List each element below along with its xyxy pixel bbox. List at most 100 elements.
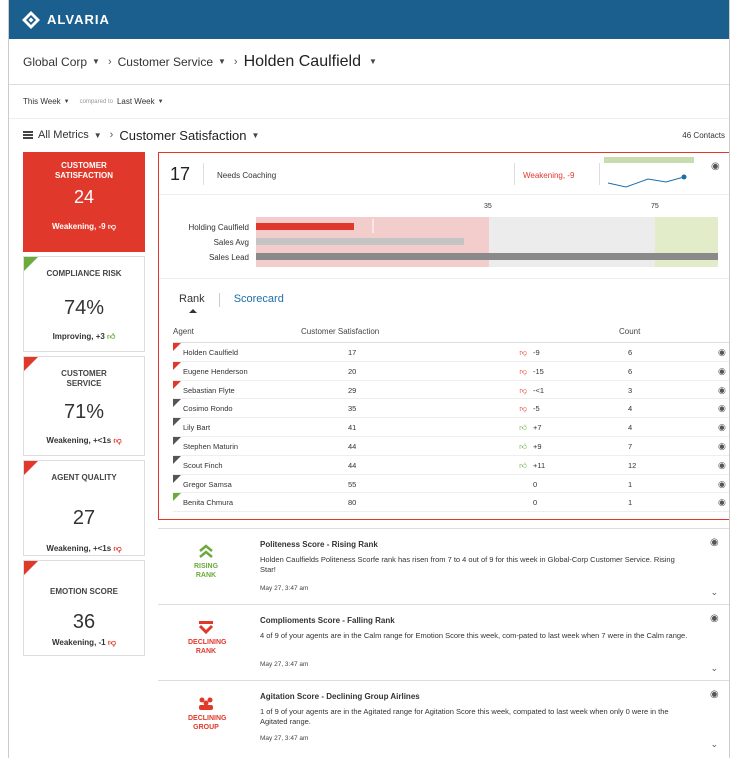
metric-card-value: 24	[73, 187, 95, 207]
agent-name[interactable]: Holden Caulfield	[183, 348, 238, 357]
flag-dark-icon	[173, 474, 181, 483]
thumbs-up-icon: 👍︎	[519, 460, 527, 470]
rank-table: Agent Customer Satisfaction Count Holden…	[173, 321, 729, 513]
thumbs-up-icon: 👍︎	[107, 332, 116, 341]
bullet-chart-bars	[256, 217, 718, 267]
trend-indicator: 👍︎	[511, 442, 527, 452]
eye-icon[interactable]: ◉	[710, 537, 719, 548]
breadcrumb-org[interactable]: Global Corp ▼	[23, 55, 106, 69]
thumbs-down-icon: 👎︎	[113, 544, 122, 553]
metric-card-title: AGENT QUALITY	[51, 473, 117, 482]
table-row[interactable]: Lily Bart 41 👍︎ +7 4 ◉	[173, 418, 729, 437]
metric-card-status: Weakening, -9 👎︎	[24, 222, 144, 232]
chevron-down-icon: ▼	[92, 57, 100, 66]
metric-card-agent-quality[interactable]: AGENT QUALITY 27 Weakening, +<1s 👎︎	[23, 460, 145, 556]
metric-card-customer-service[interactable]: CUSTOMER SERVICE 71% Weakening, +<1s 👎︎	[23, 356, 145, 456]
tab-rank[interactable]: Rank	[179, 293, 205, 313]
thumbs-up-icon: 👍︎	[519, 423, 527, 433]
agent-delta: +7	[533, 423, 542, 433]
column-header-count[interactable]: Count	[619, 327, 640, 336]
table-row[interactable]: Stephen Maturin 44 👍︎ +9 7 ◉	[173, 436, 729, 456]
flag-red-icon	[173, 343, 181, 351]
agent-score: 80	[348, 498, 357, 508]
all-metrics-dropdown[interactable]: All Metrics ▼	[38, 129, 108, 141]
agent-name[interactable]: Benita Chmura	[183, 498, 233, 507]
eye-icon[interactable]: ◉	[718, 479, 726, 490]
bullet-row-label: Holding Caulfield	[188, 223, 249, 232]
insight-card[interactable]: RISING RANK Politeness Score - Rising Ran…	[158, 528, 729, 604]
metric-card-status: Weakening, -1 👎︎	[24, 638, 144, 648]
eye-icon[interactable]: ◉	[718, 422, 726, 433]
insight-card[interactable]: DECLINING GROUP Agitation Score - Declini…	[158, 680, 729, 758]
metric-card-compliance-risk[interactable]: COMPLIANCE RISK 74% Improving, +3 👍︎	[23, 256, 145, 352]
column-header-agent[interactable]: Agent	[173, 327, 194, 336]
insight-tag: DECLINING RANK	[188, 639, 227, 655]
table-row[interactable]: Sebastian Flyte 29 👎︎ -<1 3 ◉	[173, 380, 729, 400]
agent-delta: 0	[533, 498, 538, 508]
eye-icon[interactable]: ◉	[718, 460, 726, 471]
agent-score: 17	[348, 348, 357, 357]
eye-icon[interactable]: ◉	[718, 347, 726, 358]
flag-green-icon	[173, 493, 181, 502]
flag-red-icon	[24, 357, 38, 371]
period-dropdown[interactable]: This Week ▼	[23, 97, 76, 106]
agent-count: 6	[628, 348, 633, 357]
period-label: This Week	[23, 97, 61, 106]
agent-name[interactable]: Gregor Samsa	[183, 480, 232, 489]
metric-card-emotion-score[interactable]: EMOTION SCORE 36 Weakening, -1 👎︎	[23, 560, 145, 656]
breadcrumb-dept[interactable]: Customer Service ▼	[118, 55, 232, 69]
chevron-down-icon[interactable]: ⌄	[710, 587, 718, 598]
table-row[interactable]: Benita Chmura 80 0 1 ◉	[173, 493, 729, 513]
eye-icon[interactable]: ◉	[710, 613, 719, 624]
current-metric-dropdown[interactable]: Customer Satisfaction ▼	[119, 128, 265, 143]
eye-icon[interactable]: ◉	[710, 689, 719, 700]
insight-title: Agitation Score - Declining Group Airlin…	[260, 692, 420, 701]
chevron-down-icon: ▼	[369, 57, 377, 66]
table-row[interactable]: Eugene Henderson 20 👎︎ -15 6 ◉	[173, 361, 729, 381]
table-row[interactable]: Scout Finch 44 👍︎ +11 12 ◉	[173, 455, 729, 475]
metric-card-value: 74%	[63, 297, 105, 319]
divider	[514, 163, 515, 185]
trend-indicator: 👎︎	[511, 386, 527, 396]
table-row[interactable]: Holden Caulfield 17 👎︎ -9 6 ◉	[173, 343, 729, 362]
insight-card[interactable]: DECLINING RANK Complioments Score - Falli…	[158, 604, 729, 680]
tab-scorecard[interactable]: Scorecard	[234, 293, 284, 311]
eye-icon[interactable]: ◉	[718, 403, 726, 414]
agent-delta: -5	[533, 404, 540, 414]
agent-count: 1	[628, 479, 633, 489]
flag-red-icon	[173, 361, 181, 370]
chevron-down-icon[interactable]: ⌄	[710, 663, 718, 674]
eye-icon[interactable]: ◉	[718, 366, 726, 377]
eye-icon[interactable]: ◉	[718, 385, 726, 396]
detail-status-label: Needs Coaching	[217, 171, 277, 180]
column-header-score[interactable]: Customer Satisfaction	[301, 327, 379, 336]
breadcrumb-agent[interactable]: Holden Caulfield ▼	[244, 53, 383, 71]
breadcrumb-agent-label: Holden Caulfield	[243, 52, 361, 70]
bullet-bar-sales-lead	[256, 253, 718, 260]
compare-period-dropdown[interactable]: Last Week ▼	[117, 97, 170, 106]
eye-icon[interactable]: ◉	[718, 497, 726, 508]
metric-card-value: 27	[72, 507, 96, 529]
table-row[interactable]: Cosimo Rondo 35 👎︎ -5 4 ◉	[173, 399, 729, 419]
eye-icon[interactable]: ◉	[718, 441, 726, 452]
agent-name[interactable]: Eugene Henderson	[183, 367, 248, 376]
agent-name[interactable]: Stephen Maturin	[183, 442, 238, 451]
agent-score: 44	[348, 460, 357, 470]
thumbs-down-icon: 👎︎	[519, 385, 527, 395]
metric-card-status: Weakening, +<1s 👎︎	[24, 436, 144, 446]
agent-delta: 0	[533, 479, 538, 489]
contacts-count: 46 Contacts	[682, 130, 725, 140]
eye-icon[interactable]: ◉	[711, 161, 720, 172]
chevron-down-icon[interactable]: ⌄	[710, 739, 718, 750]
table-row[interactable]: Gregor Samsa 55 0 1 ◉	[173, 474, 729, 494]
agent-name[interactable]: Lily Bart	[183, 423, 210, 432]
agent-score: 35	[348, 404, 357, 414]
insight-tag: RISING RANK	[193, 563, 219, 579]
flag-dark-icon	[173, 455, 181, 464]
agent-name[interactable]: Sebastian Flyte	[183, 386, 235, 395]
metric-card-value: 36	[72, 611, 96, 633]
agent-name[interactable]: Scout Finch	[183, 461, 223, 470]
agent-name[interactable]: Cosimo Rondo	[183, 404, 233, 413]
agent-count: 7	[628, 441, 633, 451]
metric-card-customer-satisfaction[interactable]: CUSTOMER SATISFACTION 24 Weakening, -9 👎…	[23, 152, 145, 252]
